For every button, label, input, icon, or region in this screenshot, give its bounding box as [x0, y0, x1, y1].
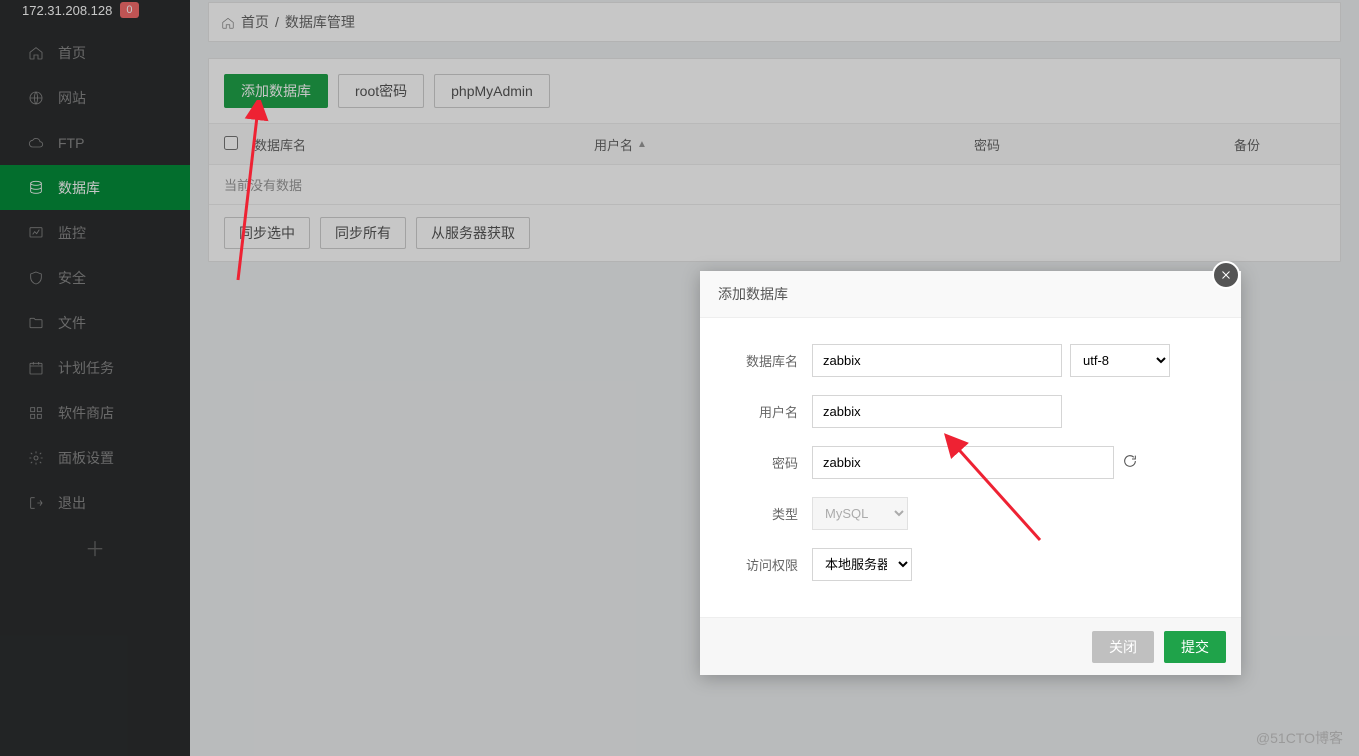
- modal-close-x[interactable]: [1212, 261, 1240, 289]
- dbname-label: 数据库名: [722, 351, 812, 370]
- close-button[interactable]: 关闭: [1092, 631, 1154, 663]
- dbname-input[interactable]: [812, 344, 1062, 377]
- type-select: MySQL: [812, 497, 908, 530]
- close-icon: [1220, 269, 1232, 281]
- submit-button[interactable]: 提交: [1164, 631, 1226, 663]
- refresh-icon[interactable]: [1122, 453, 1138, 472]
- watermark: @51CTO博客: [1256, 728, 1343, 748]
- add-database-modal: 添加数据库 数据库名 utf-8 用户名 密码 类型: [700, 271, 1241, 675]
- perm-select[interactable]: 本地服务器: [812, 548, 912, 581]
- user-input[interactable]: [812, 395, 1062, 428]
- modal-title: 添加数据库: [700, 271, 1241, 318]
- charset-select[interactable]: utf-8: [1070, 344, 1170, 377]
- type-label: 类型: [722, 504, 812, 523]
- perm-label: 访问权限: [722, 555, 812, 574]
- pass-label: 密码: [722, 453, 812, 472]
- pass-input[interactable]: [812, 446, 1114, 479]
- user-label: 用户名: [722, 402, 812, 421]
